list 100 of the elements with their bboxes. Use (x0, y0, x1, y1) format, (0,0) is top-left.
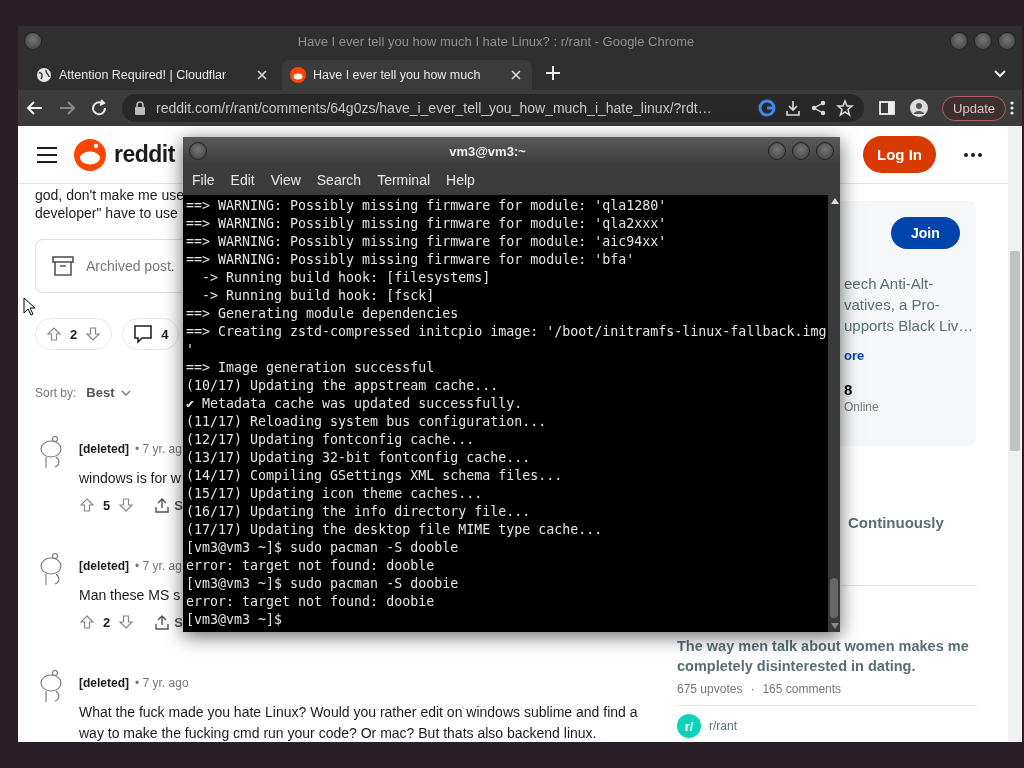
profile-icon[interactable] (910, 99, 929, 117)
sort-dropdown[interactable]: Best (86, 385, 131, 400)
share-label[interactable]: S (174, 614, 183, 630)
back-icon[interactable] (26, 99, 44, 117)
terminal-line: ' (186, 341, 194, 359)
address-bar[interactable]: reddit.com/r/rant/comments/64g0zs/have_i_ever_tell_you_how_much_i_hate_linux/?rdt… (122, 94, 865, 122)
upvote-icon[interactable] (46, 326, 62, 342)
vote-count: 5 (103, 497, 111, 513)
separator-dot: · (750, 682, 755, 696)
menu-item[interactable]: Help (441, 169, 480, 191)
window-title: Have I ever tell you how much I hate Linux? : r/rant - Google Chrome (296, 33, 696, 49)
join-button[interactable]: Join (891, 217, 960, 249)
comment-author[interactable]: [deleted] (79, 676, 129, 690)
comment-icon (133, 324, 154, 344)
window-button[interactable] (24, 32, 42, 50)
terminal-line: [vm3@vm3 ~]$ (186, 611, 283, 629)
terminal-line: error: target not found: doobie (186, 593, 435, 611)
comment-text: windows is for w (79, 469, 181, 488)
chevron-down-icon (120, 389, 131, 396)
browser-tab[interactable]: Attention Required! | Cloudflar (28, 60, 278, 90)
related-post-title[interactable]: The way men talk about women makes me completely disinterested in dating. (677, 636, 987, 676)
terminal-line: (17/17) Updating the desktop file MIME type cache... (186, 521, 603, 539)
scroll-up-icon[interactable] (831, 198, 840, 204)
terminal-line: ==> Generating module dependencies (186, 305, 459, 323)
download-icon[interactable] (784, 99, 803, 117)
scrollbar[interactable] (1008, 126, 1022, 742)
online-count: 8 (844, 381, 853, 398)
upvote-icon[interactable] (79, 497, 95, 513)
comment-age: • 7 yr. ago (135, 676, 189, 690)
related-title[interactable]: Continuously (848, 514, 944, 531)
terminal-line: (12/17) Updating fontconfig cache... (186, 431, 475, 449)
archive-icon (52, 255, 74, 277)
comment-age: • 7 yr. ag (135, 559, 182, 573)
update-button[interactable]: Update (942, 95, 1006, 121)
menu-item[interactable]: Search (311, 169, 367, 191)
mouse-pointer-icon (23, 297, 35, 316)
downvote-icon[interactable] (85, 326, 102, 342)
scroll-down-icon[interactable] (831, 623, 840, 629)
terminal-line: ==> WARNING: Possibly missing firmware for module: 'qla2xxx' (186, 215, 667, 233)
window-button[interactable] (998, 32, 1016, 50)
terminal-line: (13/17) Updating 32-bit fontconfig cache... (186, 449, 531, 467)
terminal-line: ==> Image generation successful (186, 359, 435, 377)
terminal-line: -> Running build hook: [filesystems] (201, 269, 491, 287)
scroll-thumb[interactable] (830, 578, 838, 618)
window-button[interactable] (792, 142, 810, 160)
share-icon[interactable] (154, 614, 171, 630)
kebab-menu-icon[interactable] (1010, 100, 1014, 116)
sidebar-icon[interactable] (878, 99, 897, 117)
new-tab-icon[interactable] (544, 64, 562, 82)
logo-icon[interactable] (74, 138, 106, 171)
window-button[interactable] (816, 142, 834, 160)
terminal-title: vm3@vm3:~ (448, 143, 527, 159)
read-more-link[interactable]: ore (844, 348, 865, 363)
menu-item[interactable]: View (265, 169, 306, 191)
terminal-line: ==> WARNING: Possibly missing firmware for module: 'qla1280' (186, 197, 667, 215)
terminal-line: (14/17) Compiling GSettings XML schema files... (186, 467, 563, 485)
vote-count: 2 (103, 614, 111, 630)
community-name[interactable]: r/rant (709, 719, 737, 733)
archived-text: Archived post. (86, 258, 175, 274)
comment-author[interactable]: [deleted] (79, 442, 129, 456)
window-button[interactable] (950, 32, 968, 50)
menu-item[interactable]: Terminal (372, 169, 436, 191)
browser-tab[interactable]: Have I ever tell you how much (282, 60, 532, 90)
menu-item[interactable]: Edit (225, 169, 260, 191)
login-button[interactable]: Log In (863, 136, 936, 173)
reload-icon[interactable] (90, 99, 108, 117)
reddit-icon (290, 67, 306, 83)
terminal-scrollbar[interactable] (828, 195, 840, 632)
menu-item[interactable]: File (187, 169, 220, 191)
terminal-line: (16/17) Updating the info directory file... (186, 503, 531, 521)
terminal-line: ==> WARNING: Possibly missing firmware for module: 'aic94xx' (186, 233, 667, 251)
downvote-icon[interactable] (118, 614, 135, 630)
star-icon[interactable] (836, 99, 855, 117)
terminal-line: ==> WARNING: Possibly missing firmware for module: 'bfa' (186, 251, 635, 269)
terminal-line: ✔ Metadata cache was updated successfully. (186, 395, 523, 413)
online-label: Online (844, 400, 879, 414)
window-button[interactable] (768, 142, 786, 160)
logo-text[interactable]: reddit (114, 141, 175, 168)
terminal-line: (15/17) Updating icon theme caches... (186, 485, 483, 503)
comment-author[interactable]: [deleted] (79, 559, 129, 573)
share-label[interactable]: S (174, 497, 183, 513)
upvote-icon[interactable] (79, 614, 95, 630)
terminal-line: (10/17) Updating the appstream cache... (186, 377, 499, 395)
menu-icon[interactable] (36, 145, 58, 164)
comment-age: • 7 yr. ag (135, 442, 182, 456)
more-icon[interactable] (964, 152, 982, 157)
terminal-line: ==> Creating zstd-compressed initcpio image: '/boot/initramfs-linux-fallback.img (186, 323, 827, 341)
comment-text: What the fuck made you hate Linux? Would you rather edit on windows sublime and find a way to make the fucking cmd run your code? Or mac? But thats also backend linux. (79, 703, 639, 742)
terminal-line: [vm3@vm3 ~]$ sudo pacman -S dooble (186, 539, 459, 557)
downvote-icon[interactable] (118, 497, 135, 513)
window-button[interactable] (189, 142, 207, 160)
terminal-line: -> Running build hook: [fsck] (201, 287, 435, 305)
share-icon[interactable] (154, 497, 171, 513)
globe-icon (36, 67, 52, 83)
post-text: god, don't make me use (35, 186, 184, 204)
terminal-line: [vm3@vm3 ~]$ sudo pacman -S doobie (186, 575, 459, 593)
window-button[interactable] (974, 32, 992, 50)
upvote-count: 675 upvotes (677, 682, 743, 696)
sort-label: Sort by: (35, 385, 77, 400)
forward-icon[interactable] (58, 99, 76, 117)
